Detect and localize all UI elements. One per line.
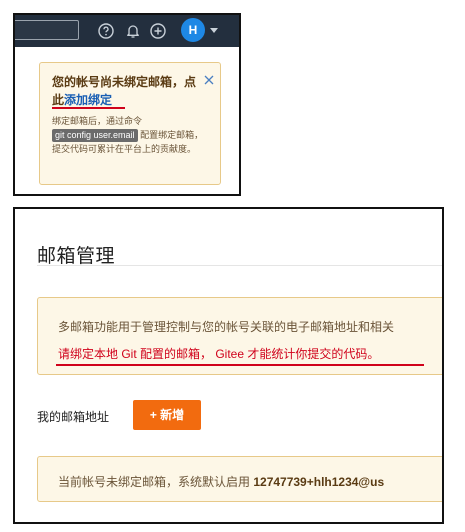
bind-email-popup: 您的帐号尚未绑定邮箱，点此添加绑定 绑定邮箱后，通过命令 git config … [39, 62, 221, 185]
popup-body: 绑定邮箱后，通过命令 git config user.email 配置绑定邮箱，… [52, 114, 212, 156]
search-input[interactable] [15, 20, 79, 40]
default-email-text: 当前帐号未绑定邮箱，系统默认启用 12747739+hlh1234@us [58, 473, 384, 490]
mail-management-crop: 邮箱管理 多邮箱功能用于管理控制与您的帐号关联的电子邮箱地址和相关 请绑定本地 … [13, 207, 444, 524]
chevron-down-icon[interactable] [210, 28, 218, 33]
my-mail-label: 我的邮箱地址 [37, 410, 110, 424]
popup-title: 您的帐号尚未绑定邮箱，点此添加绑定 [52, 73, 202, 109]
top-navbar: H [15, 15, 239, 47]
git-command-chip: git config user.email [52, 129, 138, 142]
default-email-prefix: 当前帐号未绑定邮箱，系统默认启用 [58, 475, 254, 489]
notification-panel-crop: H 您的帐号尚未绑定邮箱，点此添加绑定 绑定邮箱后，通过命令 git confi… [13, 13, 241, 196]
default-email-notice: 当前帐号未绑定邮箱，系统默认启用 12747739+hlh1234@us [37, 456, 442, 502]
info-warning-text: 请绑定本地 Git 配置的邮箱， Gitee 才能统计你提交的代码。 [58, 347, 380, 361]
close-icon[interactable] [203, 73, 215, 85]
avatar[interactable]: H [181, 18, 205, 42]
default-email-address: 12747739+hlh1234@us [253, 475, 385, 489]
red-underline-annotation [56, 364, 424, 366]
plus-circle-icon[interactable] [149, 22, 167, 40]
info-text: 多邮箱功能用于管理控制与您的帐号关联的电子邮箱地址和相关 [58, 320, 395, 334]
add-email-button[interactable]: + 新增 [133, 400, 201, 430]
info-notice: 多邮箱功能用于管理控制与您的帐号关联的电子邮箱地址和相关 请绑定本地 Git 配… [37, 297, 442, 375]
page-title: 邮箱管理 [37, 246, 116, 267]
help-icon[interactable] [97, 22, 115, 40]
red-underline-annotation [52, 107, 125, 109]
bell-icon[interactable] [124, 22, 142, 40]
add-binding-link[interactable]: 添加绑定 [64, 93, 112, 107]
divider [37, 265, 442, 266]
popup-body-text: 绑定邮箱后，通过命令 [52, 116, 143, 126]
